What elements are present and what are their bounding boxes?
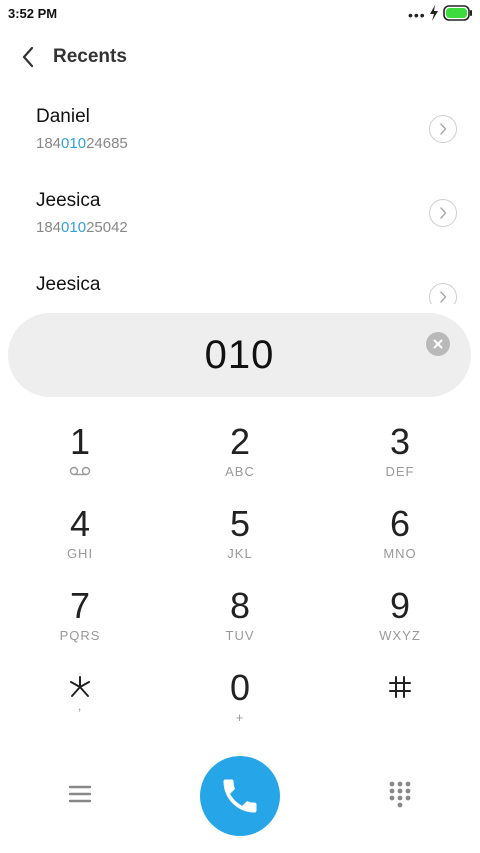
recent-item-jeesica-2[interactable]: Jeesica <box>0 260 480 304</box>
key-letters: PQRS <box>59 628 101 643</box>
key-7[interactable]: 7 PQRS <box>0 574 160 656</box>
key-letters: TUV <box>225 628 255 643</box>
status-bar: 3:52 PM ••• <box>0 0 480 28</box>
key-digit: 6 <box>389 503 411 544</box>
dialpad: 1 2 ABC 3 DEF 4 GHI 5 JKL 6 MNO 7 PQRS 8… <box>0 410 480 740</box>
call-button[interactable] <box>200 756 280 836</box>
key-letters: MNO <box>383 546 417 561</box>
key-digit: 5 <box>229 503 251 544</box>
key-4[interactable]: 4 GHI <box>0 492 160 574</box>
number-suffix: 25042 <box>86 219 128 236</box>
key-digit: 1 <box>69 421 91 462</box>
dialpad-icon[interactable] <box>386 780 414 810</box>
contact-detail-button[interactable] <box>429 115 457 143</box>
hash-icon <box>389 676 411 698</box>
chevron-right-icon <box>440 207 447 219</box>
key-digit: 7 <box>69 585 91 626</box>
recent-number: 18401025042 <box>36 219 128 236</box>
key-digit: 3 <box>389 421 411 462</box>
key-digit: 0 <box>229 667 251 708</box>
header: Recents <box>0 30 480 84</box>
key-letters: WXYZ <box>379 628 421 643</box>
key-hash[interactable] <box>320 656 480 738</box>
chevron-right-icon <box>440 123 447 135</box>
key-letters: GHI <box>66 546 94 561</box>
clear-button[interactable] <box>426 332 450 356</box>
back-button[interactable] <box>12 40 44 74</box>
more-notifications-icon: ••• <box>408 7 426 23</box>
chevron-right-icon <box>440 291 447 303</box>
recents-list: Daniel 18401024685 Jeesica 18401025042 J… <box>0 92 480 304</box>
recent-name: Daniel <box>36 106 90 127</box>
recent-item-jeesica[interactable]: Jeesica 18401025042 <box>0 176 480 260</box>
phone-icon <box>223 779 257 813</box>
phone-screen: 3:52 PM ••• Recents Daniel 18401024685 J… <box>0 0 480 853</box>
key-2[interactable]: 2 ABC <box>160 410 320 492</box>
number-match: 010 <box>61 135 87 152</box>
number-match: 010 <box>61 219 87 236</box>
key-letters: DEF <box>385 464 415 479</box>
dialed-number: 010 <box>204 332 275 377</box>
key-6[interactable]: 6 MNO <box>320 492 480 574</box>
recent-name: Jeesica <box>36 190 101 211</box>
key-digit: 2 <box>229 421 251 462</box>
key-1[interactable]: 1 <box>0 410 160 492</box>
charging-icon <box>430 5 438 21</box>
key-3[interactable]: 3 DEF <box>320 410 480 492</box>
key-letters: JKL <box>227 546 253 561</box>
recent-name: Jeesica <box>36 274 101 295</box>
key-digit: 4 <box>69 503 91 544</box>
menu-icon[interactable] <box>66 780 94 808</box>
chevron-left-icon <box>22 46 34 68</box>
number-prefix: 184 <box>36 135 62 152</box>
key-letters: , <box>77 698 83 713</box>
dial-input-field[interactable]: 010 <box>8 313 471 397</box>
battery-icon <box>443 5 472 21</box>
contact-detail-button[interactable] <box>429 283 457 304</box>
key-letters: + <box>235 710 245 725</box>
voicemail-icon <box>69 466 91 476</box>
key-digit: 9 <box>389 585 411 626</box>
key-9[interactable]: 9 WXYZ <box>320 574 480 656</box>
number-prefix: 184 <box>36 219 62 236</box>
key-digit: 8 <box>229 585 251 626</box>
key-5[interactable]: 5 JKL <box>160 492 320 574</box>
key-0[interactable]: 0 + <box>160 656 320 738</box>
contact-detail-button[interactable] <box>429 199 457 227</box>
page-title: Recents <box>53 46 127 67</box>
key-letters: ABC <box>225 464 255 479</box>
status-time: 3:52 PM <box>8 6 58 21</box>
key-star[interactable]: , <box>0 656 160 738</box>
bottom-bar <box>0 752 480 842</box>
asterisk-icon <box>70 676 90 697</box>
number-suffix: 24685 <box>86 135 128 152</box>
clear-icon <box>433 339 443 349</box>
recent-item-daniel[interactable]: Daniel 18401024685 <box>0 92 480 176</box>
key-8[interactable]: 8 TUV <box>160 574 320 656</box>
recent-number: 18401024685 <box>36 135 128 152</box>
